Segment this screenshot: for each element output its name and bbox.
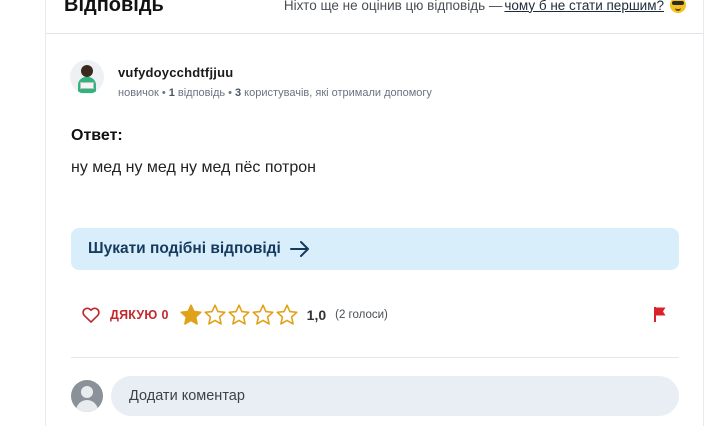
star-rating[interactable]: [179, 303, 299, 327]
divider: [71, 357, 679, 358]
answer-actions: ДЯКУЮ 0 1,0 (2 голоси): [81, 302, 671, 328]
comment-input[interactable]: [111, 376, 679, 416]
author-block: vufydoycchdtfjjuu новичок • 1 відповідь • 3 …: [70, 60, 432, 99]
panel-border-right: [703, 0, 704, 426]
search-similar-button[interactable]: Шукати подібні відповіді: [71, 228, 679, 270]
author-rank: новичок: [118, 87, 159, 99]
votes-count: (2 голоси): [335, 309, 388, 321]
panel-border-left: [45, 0, 46, 426]
author-username[interactable]: vufydoycchdtfjjuu: [118, 65, 432, 80]
helped-label: користувачів, які отримали допомогу: [244, 87, 432, 99]
thanks-label: ДЯКУЮ: [110, 308, 158, 322]
section-title: Відповідь: [64, 0, 164, 16]
rate-note-text: Ніхто ще не оцінив цю відповідь —: [283, 0, 503, 13]
report-flag-icon[interactable]: [651, 305, 669, 323]
star-empty-icon[interactable]: [227, 303, 251, 327]
answers-label: відповідь: [177, 87, 226, 99]
answers-count: 1: [168, 87, 175, 99]
answer-header: Відповідь Ніхто ще не оцінив цю відповід…: [46, 0, 703, 34]
answer-text: ну мед ну мед ну мед пёс потрон: [71, 159, 317, 176]
sunglasses-emoji-icon: [670, 0, 686, 13]
author-meta: новичок • 1 відповідь • 3 користувачів, які …: [118, 87, 432, 99]
answer-panel: Відповідь Ніхто ще не оцінив цю відповід…: [0, 0, 726, 426]
be-first-link[interactable]: чому б не стати першим?: [504, 0, 664, 13]
search-similar-label: Шукати подібні відповіді: [88, 240, 281, 257]
star-empty-icon[interactable]: [203, 303, 227, 327]
star-filled-icon[interactable]: [179, 303, 203, 327]
rating-value: 1,0: [306, 307, 327, 323]
thanks-count: 0: [161, 308, 169, 322]
avatar[interactable]: [70, 60, 104, 94]
star-empty-icon[interactable]: [275, 303, 299, 327]
comment-row: [71, 376, 679, 416]
helped-count: 3: [234, 87, 242, 99]
thanks-button[interactable]: ДЯКУЮ 0: [110, 308, 169, 322]
answer-label: Ответ:: [71, 127, 123, 144]
arrow-right-icon: [289, 240, 311, 258]
user-avatar-placeholder: [71, 380, 103, 412]
rate-note: Ніхто ще не оцінив цю відповідь — чому б…: [284, 0, 686, 13]
heart-icon[interactable]: [81, 305, 101, 325]
star-empty-icon[interactable]: [251, 303, 275, 327]
